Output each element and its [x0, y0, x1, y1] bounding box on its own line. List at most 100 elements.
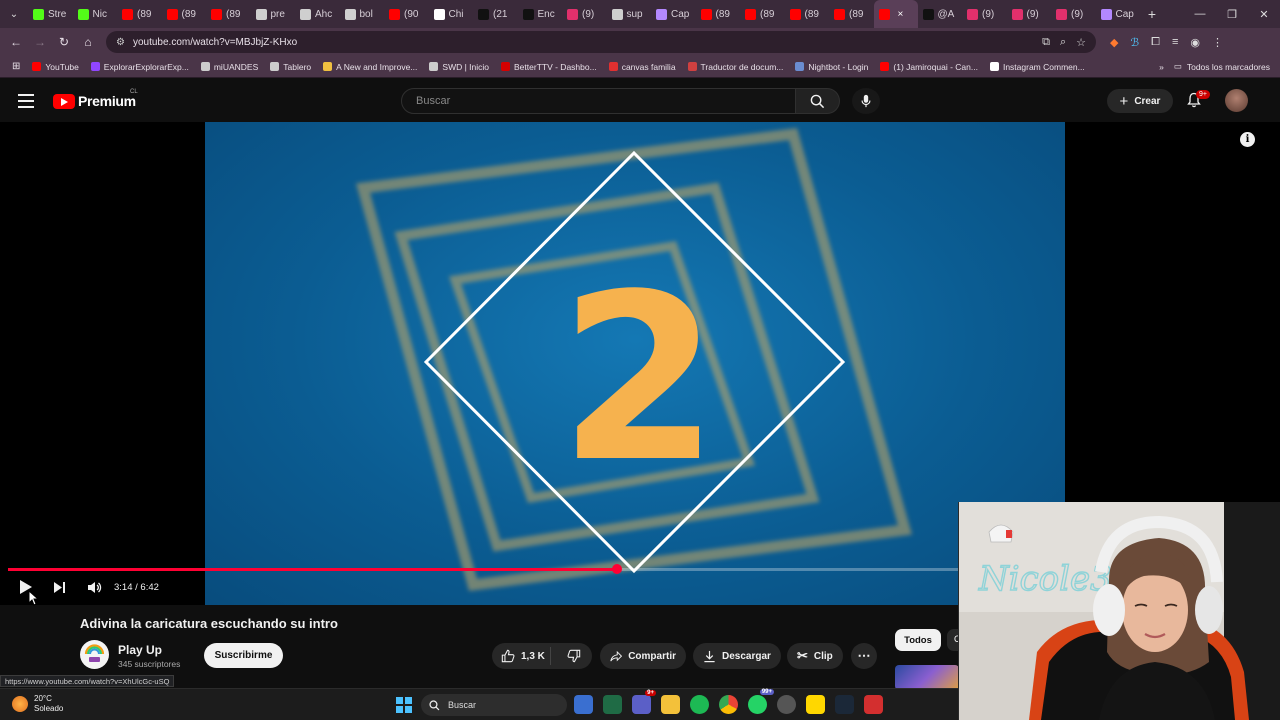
- media-control-icon[interactable]: ≡: [1172, 36, 1178, 49]
- mute-button[interactable]: [86, 581, 102, 594]
- browser-tab[interactable]: Cap: [651, 0, 696, 28]
- browser-tab[interactable]: (90: [384, 0, 429, 28]
- next-button[interactable]: [52, 581, 66, 594]
- browser-tab[interactable]: Chi: [429, 0, 474, 28]
- home-icon[interactable]: ⌂: [76, 35, 100, 49]
- all-bookmarks-button[interactable]: ▭ Todos los marcadores: [1174, 61, 1270, 72]
- restore-icon[interactable]: ❐: [1216, 8, 1248, 21]
- bookmark-item[interactable]: ExplorarExplorarExp...: [90, 62, 189, 72]
- browser-tab[interactable]: (89: [785, 0, 830, 28]
- site-info-icon[interactable]: ⚙: [116, 37, 125, 48]
- install-app-icon[interactable]: ⧉: [1042, 36, 1050, 49]
- search-input[interactable]: Buscar: [401, 88, 796, 114]
- bookmark-item[interactable]: miUANDES: [200, 62, 258, 72]
- bookmark-item[interactable]: YouTube: [32, 62, 79, 72]
- channel-avatar[interactable]: [80, 640, 109, 669]
- bookmark-item[interactable]: SWD | Inicio: [429, 62, 489, 72]
- browser-tab-strip: ⌄ Stre Nic (89 (89 (89 pre Ahc bol (90 Chi (21 Enc (…: [0, 0, 1280, 28]
- sticky-notes-icon[interactable]: [806, 695, 825, 714]
- bookmark-item[interactable]: canvas familia: [608, 62, 676, 72]
- voice-search-button[interactable]: [852, 88, 880, 114]
- browser-tab[interactable]: (89: [696, 0, 741, 28]
- bookmark-item[interactable]: Instagram Commen...: [989, 62, 1085, 72]
- bookmark-item[interactable]: (1) Jamiroquai - Can...: [880, 62, 978, 72]
- windows-start-icon[interactable]: [396, 697, 412, 713]
- steam-app-icon[interactable]: [835, 695, 854, 714]
- microphone-icon: [861, 94, 871, 108]
- tab-search-button[interactable]: ⌄: [0, 0, 28, 28]
- whatsapp-app-icon[interactable]: 99+: [748, 689, 774, 714]
- bookmark-item[interactable]: Traductor de docum...: [687, 62, 783, 72]
- info-icon[interactable]: i: [1240, 132, 1255, 147]
- weather-widget[interactable]: 20°C Soleado: [12, 694, 63, 714]
- file-explorer-icon[interactable]: [661, 695, 680, 714]
- chrome-app-icon[interactable]: [719, 695, 738, 714]
- browser-tab[interactable]: (89: [740, 0, 785, 28]
- zoom-icon[interactable]: ⌕: [1060, 36, 1066, 49]
- browser-tab[interactable]: (9): [962, 0, 1007, 28]
- browser-tab[interactable]: (89: [829, 0, 874, 28]
- browser-tab[interactable]: Enc: [518, 0, 563, 28]
- extensions-puzzle-icon[interactable]: ⧠: [1151, 36, 1160, 49]
- download-button[interactable]: Descargar: [693, 643, 781, 669]
- account-avatar[interactable]: [1225, 89, 1248, 112]
- like-button[interactable]: 1,3 K: [492, 647, 551, 665]
- browser-tab[interactable]: Cap: [1096, 0, 1141, 28]
- taskbar-search[interactable]: Buscar: [421, 694, 567, 716]
- browser-tab[interactable]: (9): [1007, 0, 1052, 28]
- extension-translate-icon[interactable]: ℬ: [1130, 36, 1139, 49]
- browser-tab[interactable]: Stre: [28, 0, 73, 28]
- back-icon[interactable]: ←: [4, 35, 28, 49]
- url-field[interactable]: ⚙ youtube.com/watch?v=MBJbjZ-KHxo ⧉ ⌕ ☆: [106, 31, 1096, 53]
- dislike-button[interactable]: [557, 649, 592, 663]
- browser-tab[interactable]: Ahc: [295, 0, 340, 28]
- bookmark-item[interactable]: A New and Improve...: [323, 62, 417, 72]
- tab-close-icon[interactable]: ×: [898, 9, 904, 20]
- browser-tab[interactable]: sup: [607, 0, 652, 28]
- create-button[interactable]: + Crear: [1107, 89, 1173, 113]
- browser-tab[interactable]: @A: [918, 0, 963, 28]
- forward-icon[interactable]: →: [28, 35, 52, 49]
- browser-menu-icon[interactable]: ⋮: [1212, 36, 1223, 49]
- bookmark-item[interactable]: Tablero: [270, 62, 311, 72]
- youtube-premium-logo[interactable]: Premium CL: [53, 89, 138, 109]
- more-actions-button[interactable]: ⋯: [851, 643, 877, 669]
- bookmark-item[interactable]: BetterTTV - Dashbo...: [501, 62, 597, 72]
- minimize-icon[interactable]: —: [1184, 8, 1216, 21]
- acrobat-app-icon[interactable]: [864, 695, 883, 714]
- subscribe-button[interactable]: Suscribirme: [204, 643, 283, 668]
- browser-tab[interactable]: (89: [206, 0, 251, 28]
- teams-badge: 9+: [645, 690, 656, 696]
- recommended-thumbnail[interactable]: [895, 665, 959, 690]
- new-tab-button[interactable]: +: [1140, 6, 1164, 22]
- teams-app-icon[interactable]: 9+: [632, 690, 656, 714]
- browser-tab[interactable]: (9): [1051, 0, 1096, 28]
- video-frame[interactable]: 2: [205, 122, 1065, 605]
- browser-tab[interactable]: (9): [562, 0, 607, 28]
- bookmark-item[interactable]: Nightbot - Login: [795, 62, 868, 72]
- search-button[interactable]: [796, 88, 840, 114]
- reload-icon[interactable]: ↻: [52, 35, 76, 49]
- profile-icon[interactable]: ◉: [1190, 36, 1200, 49]
- browser-tab-active[interactable]: ×: [873, 0, 918, 28]
- close-window-icon[interactable]: ✕: [1248, 8, 1280, 21]
- clip-button[interactable]: ✂ Clip: [787, 643, 843, 669]
- share-button[interactable]: Compartir: [600, 643, 686, 669]
- extension-fox-icon[interactable]: ◆: [1110, 36, 1118, 49]
- browser-tab[interactable]: (89: [162, 0, 207, 28]
- notepad-app-icon[interactable]: [574, 695, 593, 714]
- channel-name[interactable]: Play Up: [118, 643, 162, 657]
- excel-app-icon[interactable]: [603, 695, 622, 714]
- browser-tab[interactable]: (21: [473, 0, 518, 28]
- obs-app-icon[interactable]: [777, 695, 796, 714]
- browser-tab[interactable]: pre: [251, 0, 296, 28]
- browser-tab[interactable]: (89: [117, 0, 162, 28]
- apps-grid-icon[interactable]: ⊞: [12, 61, 20, 72]
- spotify-app-icon[interactable]: [690, 695, 709, 714]
- guide-menu-icon[interactable]: [18, 94, 34, 108]
- browser-tab[interactable]: bol: [340, 0, 385, 28]
- bookmark-star-icon[interactable]: ☆: [1076, 36, 1086, 49]
- browser-tab[interactable]: Nic: [73, 0, 118, 28]
- chip-todos[interactable]: Todos: [895, 629, 941, 651]
- bookmarks-more-button[interactable]: »: [1159, 62, 1164, 72]
